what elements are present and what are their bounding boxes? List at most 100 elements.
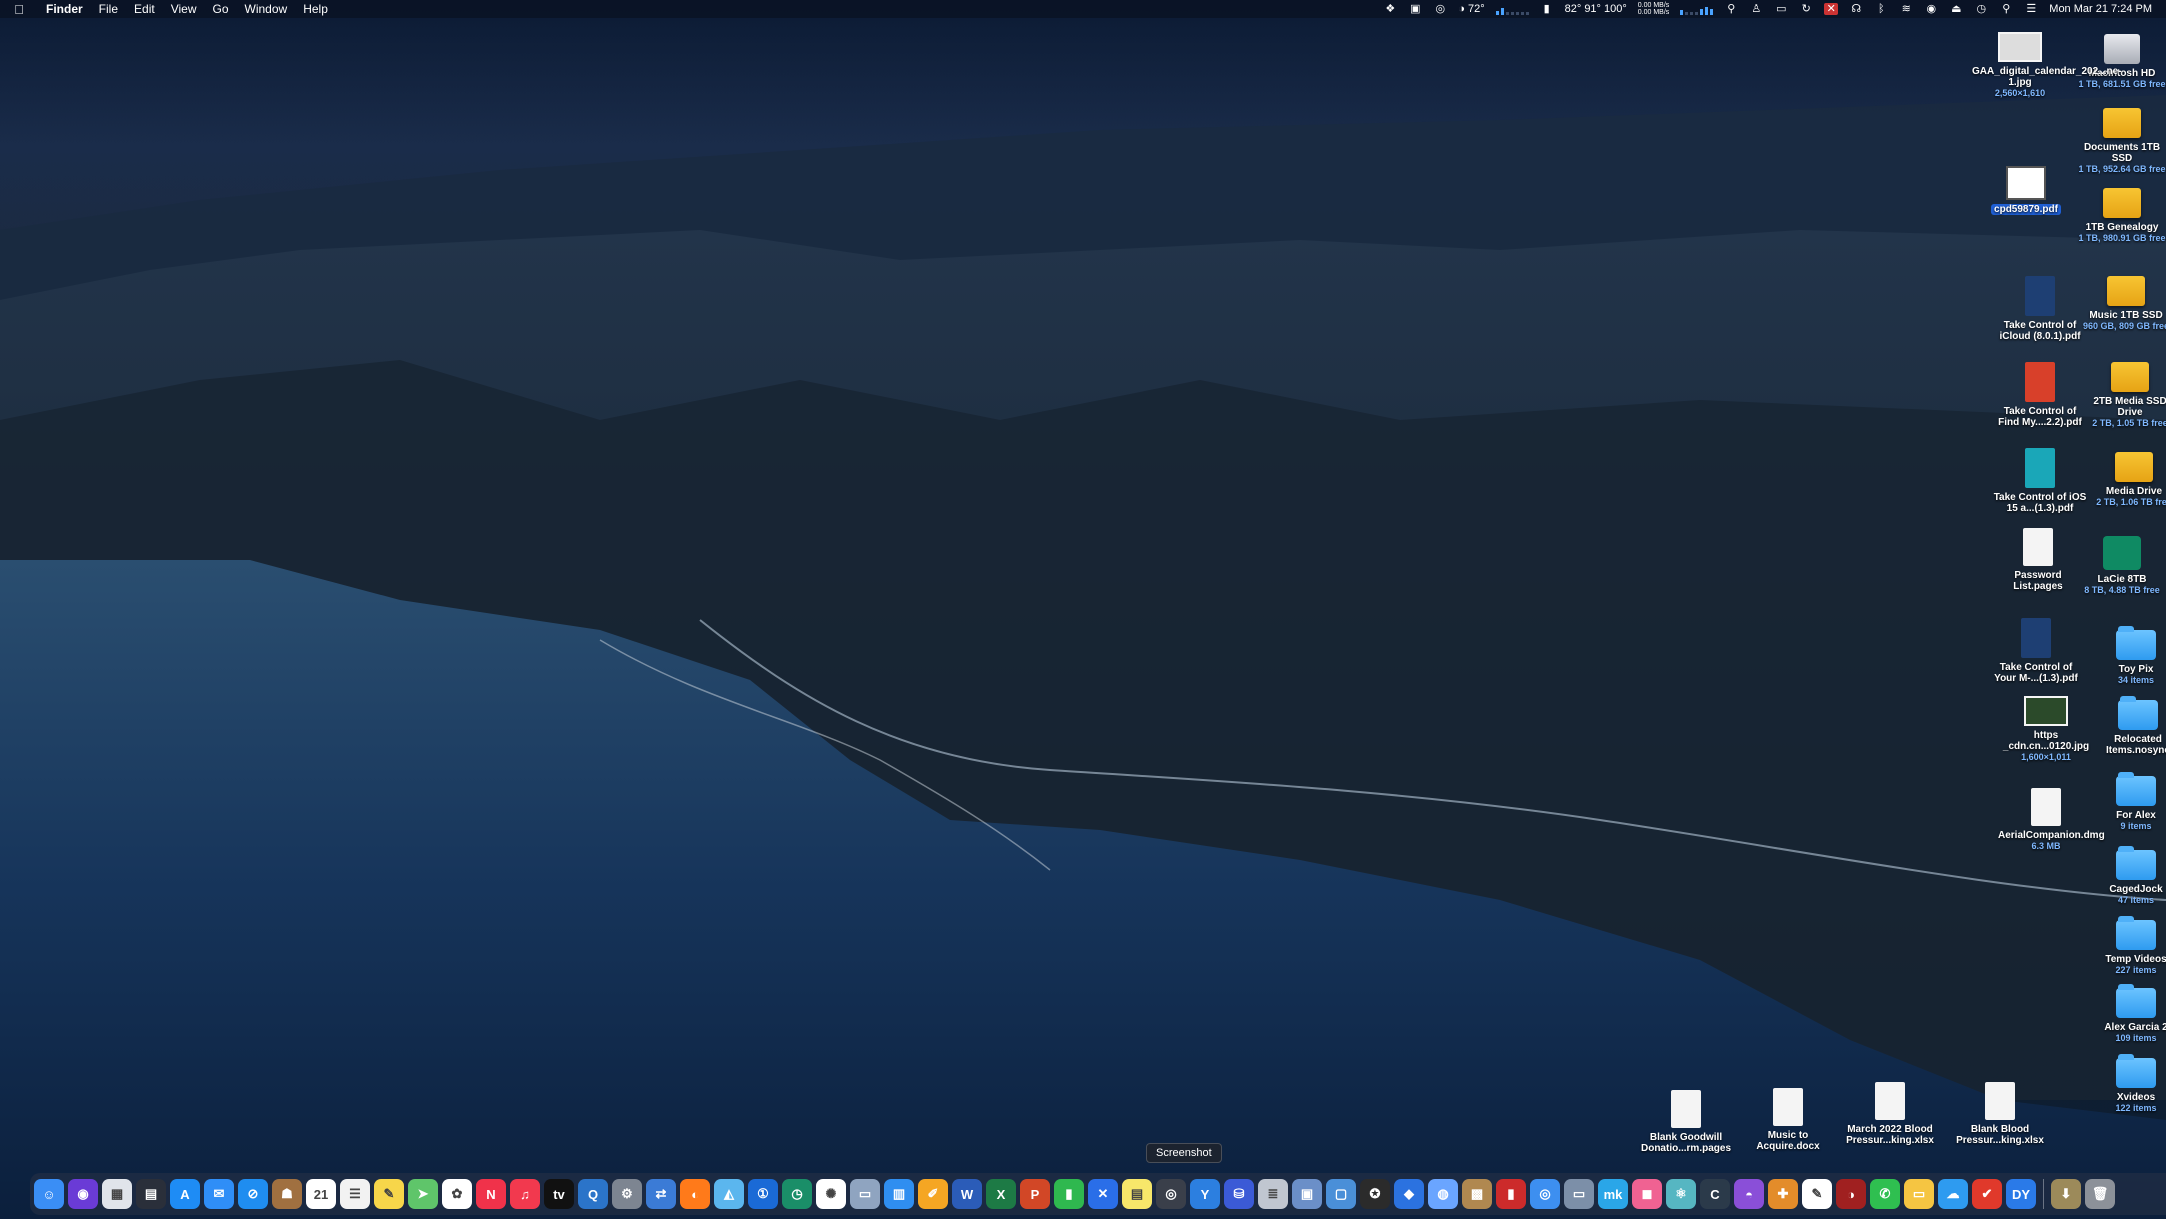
desktop-file-blank-goodwill[interactable]: Blank Goodwill Donatio...rm.pages	[1638, 1090, 1734, 1154]
menu-window[interactable]: Window	[237, 2, 296, 16]
desktop-file-aerial-companion[interactable]: AerialCompanion.dmg 6.3 MB	[1998, 788, 2105, 852]
menu-help[interactable]: Help	[295, 2, 336, 16]
cloud-weather-icon[interactable]: ☁	[1938, 1179, 1968, 1209]
mail-icon[interactable]: ✉	[204, 1179, 234, 1209]
record-icon[interactable]: ◎	[1433, 3, 1447, 15]
migration-icon[interactable]: ⇄	[646, 1179, 676, 1209]
antivirus-icon[interactable]: ✕	[1824, 3, 1839, 15]
notes-app-icon[interactable]: ☗	[272, 1179, 302, 1209]
spotlight-search-icon[interactable]: ⚲	[1999, 3, 2013, 15]
headphones-icon[interactable]: ☊	[1849, 3, 1863, 15]
photos-icon[interactable]: ✿	[442, 1179, 472, 1209]
archive-utility-icon[interactable]: ▩	[1462, 1179, 1492, 1209]
desktop-file-https-cdn[interactable]: https _cdn.cn...0120.jpg 1,600×1,011	[1998, 696, 2094, 763]
notes-icon[interactable]: ✎	[374, 1179, 404, 1209]
maps-icon[interactable]: ➤	[408, 1179, 438, 1209]
pinwheel-icon[interactable]: ✺	[816, 1179, 846, 1209]
music-icon[interactable]: ♫	[510, 1179, 540, 1209]
launchpad-icon[interactable]: ▦	[102, 1179, 132, 1209]
todoist-icon[interactable]: ✔	[1972, 1179, 2002, 1209]
atom-icon[interactable]: ⚛	[1666, 1179, 1696, 1209]
reminders-icon[interactable]: ☰	[340, 1179, 370, 1209]
numbers-icon[interactable]: ▮	[1054, 1179, 1084, 1209]
desktop-icon-documents-ssd[interactable]: Documents 1TB SSD 1 TB, 952.64 GB free	[2074, 108, 2166, 175]
sync-icon[interactable]: ↻	[1799, 3, 1813, 15]
apple-menu-icon[interactable]: 	[0, 2, 38, 17]
desktop-folder-temp-videos[interactable]: Temp Videos 227 items	[2088, 916, 2166, 976]
desktop-folder-alex-garcia-2[interactable]: Alex Garcia 2 109 items	[2088, 984, 2166, 1044]
desktop-file-gaa-calendar[interactable]: GAA_digital_calendar_202...ne-1.jpg 2,56…	[1972, 32, 2122, 99]
usb-icon[interactable]: ▮	[1496, 1179, 1526, 1209]
desktop-folder-cagedjock[interactable]: CagedJock 47 items	[2088, 846, 2166, 906]
one-password-icon[interactable]: ①	[748, 1179, 778, 1209]
screens-icon[interactable]: ▭	[1564, 1179, 1594, 1209]
desktop-file-march-bp[interactable]: March 2022 Blood Pressur...king.xlsx	[1842, 1082, 1938, 1146]
rogue-amoeba-icon[interactable]: ◑	[1836, 1179, 1866, 1209]
menu-app-finder[interactable]: Finder	[38, 2, 91, 16]
weather-menu[interactable]: ◑ 72°	[1458, 3, 1484, 15]
whatsapp-icon[interactable]: ✆	[1870, 1179, 1900, 1209]
mk-icon[interactable]: mk	[1598, 1179, 1628, 1209]
cpu-meter-icon[interactable]	[1495, 3, 1529, 15]
preview-icon[interactable]: ◭	[714, 1179, 744, 1209]
siri-icon[interactable]: ◉	[68, 1179, 98, 1209]
archive-icon[interactable]: ▣	[1292, 1179, 1322, 1209]
yoink-icon[interactable]: Y	[1190, 1179, 1220, 1209]
temperature-readout[interactable]: 82° 91° 100°	[1565, 3, 1627, 15]
nova-icon[interactable]: ◓	[1734, 1179, 1764, 1209]
screenshot-icon[interactable]: ◎	[1156, 1179, 1186, 1209]
scanner-icon[interactable]: ▭	[850, 1179, 880, 1209]
desktop-file-cpd59879[interactable]: cpd59879.pdf	[1978, 166, 2074, 215]
desktop-icon-macintosh-hd[interactable]: Macintosh HD 1 TB, 681.51 GB free	[2074, 34, 2166, 90]
tv-icon[interactable]: tv	[544, 1179, 574, 1209]
display-icon[interactable]: ▭	[1774, 3, 1788, 15]
system-preferences-icon[interactable]: ⚙	[612, 1179, 642, 1209]
eject-icon[interactable]: ⏏	[1949, 3, 1963, 15]
quicktime-icon[interactable]: Q	[578, 1179, 608, 1209]
desktop-folder-for-alex[interactable]: For Alex 9 items	[2088, 772, 2166, 832]
desktop-file-blank-bp[interactable]: Blank Blood Pressur...king.xlsx	[1952, 1082, 2048, 1146]
desktop-file-take-control-ios15[interactable]: Take Control of iOS 15 a...(1.3).pdf	[1992, 448, 2088, 514]
menu-view[interactable]: View	[163, 2, 205, 16]
menu-go[interactable]: Go	[205, 2, 237, 16]
desktop-file-take-control-find-my[interactable]: Take Control of Find My....2.2).pdf	[1992, 362, 2088, 428]
user-icon[interactable]: ◉	[1924, 3, 1938, 15]
desktop-folder-toy-pix[interactable]: Toy Pix 34 items	[2088, 626, 2166, 686]
mission-control-icon[interactable]: ▤	[136, 1179, 166, 1209]
menu-clock[interactable]: Mon Mar 21 7:24 PM	[2049, 3, 2152, 15]
pin-icon[interactable]: ⚲	[1724, 3, 1738, 15]
stack-icon[interactable]: ≣	[1258, 1179, 1288, 1209]
cleanmymac-icon[interactable]: ◼	[1632, 1179, 1662, 1209]
desktop-file-take-control-icloud[interactable]: Take Control of iCloud (8.0.1).pdf	[1992, 276, 2088, 342]
disk-utility-icon[interactable]: ⛁	[1224, 1179, 1254, 1209]
desktop-icon-media-drive[interactable]: Media Drive 2 TB, 1.06 TB free	[2086, 452, 2166, 508]
dymo-icon[interactable]: DY	[2006, 1179, 2036, 1209]
news-icon[interactable]: N	[476, 1179, 506, 1209]
powerpoint-icon[interactable]: P	[1020, 1179, 1050, 1209]
desktop-icon-music-ssd[interactable]: Music 1TB SSD 960 GB, 809 GB free	[2078, 276, 2166, 332]
desktop-folder-relocated[interactable]: Relocated Items.nosync	[2090, 696, 2166, 756]
xcode-tools-icon[interactable]: ✕	[1088, 1179, 1118, 1209]
pages-icon[interactable]: ✐	[918, 1179, 948, 1209]
bartender-icon[interactable]: ✚	[1768, 1179, 1798, 1209]
desktop-icon-genealogy[interactable]: 1TB Genealogy 1 TB, 980.91 GB free	[2074, 188, 2166, 244]
keynote-icon[interactable]: ▥	[884, 1179, 914, 1209]
wifi-icon[interactable]: ≋	[1899, 3, 1913, 15]
screen-status-icon[interactable]: ▣	[1408, 3, 1422, 15]
app-store-icon[interactable]: A	[170, 1179, 200, 1209]
downloads-icon[interactable]: ⬇	[2051, 1179, 2081, 1209]
firefox-icon[interactable]: ◐	[680, 1179, 710, 1209]
folder-app-icon[interactable]: ▭	[1904, 1179, 1934, 1209]
desktop-file-password-list[interactable]: Password List.pages	[1990, 528, 2086, 592]
color-picker-icon[interactable]: ◍	[1428, 1179, 1458, 1209]
bluetooth-icon[interactable]: ᛒ	[1874, 3, 1888, 15]
person-icon[interactable]: ♙	[1749, 3, 1763, 15]
stickies-icon[interactable]: ▤	[1122, 1179, 1152, 1209]
desktop-icon-lacie[interactable]: LaCie 8TB 8 TB, 4.88 TB free	[2074, 536, 2166, 596]
dropbox-icon[interactable]: ❖	[1383, 3, 1397, 15]
inkscape-icon[interactable]: ✎	[1802, 1179, 1832, 1209]
cursor-icon[interactable]: ✪	[1360, 1179, 1390, 1209]
finder-icon[interactable]: ☺	[34, 1179, 64, 1209]
layers-icon[interactable]: ◆	[1394, 1179, 1424, 1209]
desktop-file-take-control-your-m[interactable]: Take Control of Your M-...(1.3).pdf	[1988, 618, 2084, 684]
